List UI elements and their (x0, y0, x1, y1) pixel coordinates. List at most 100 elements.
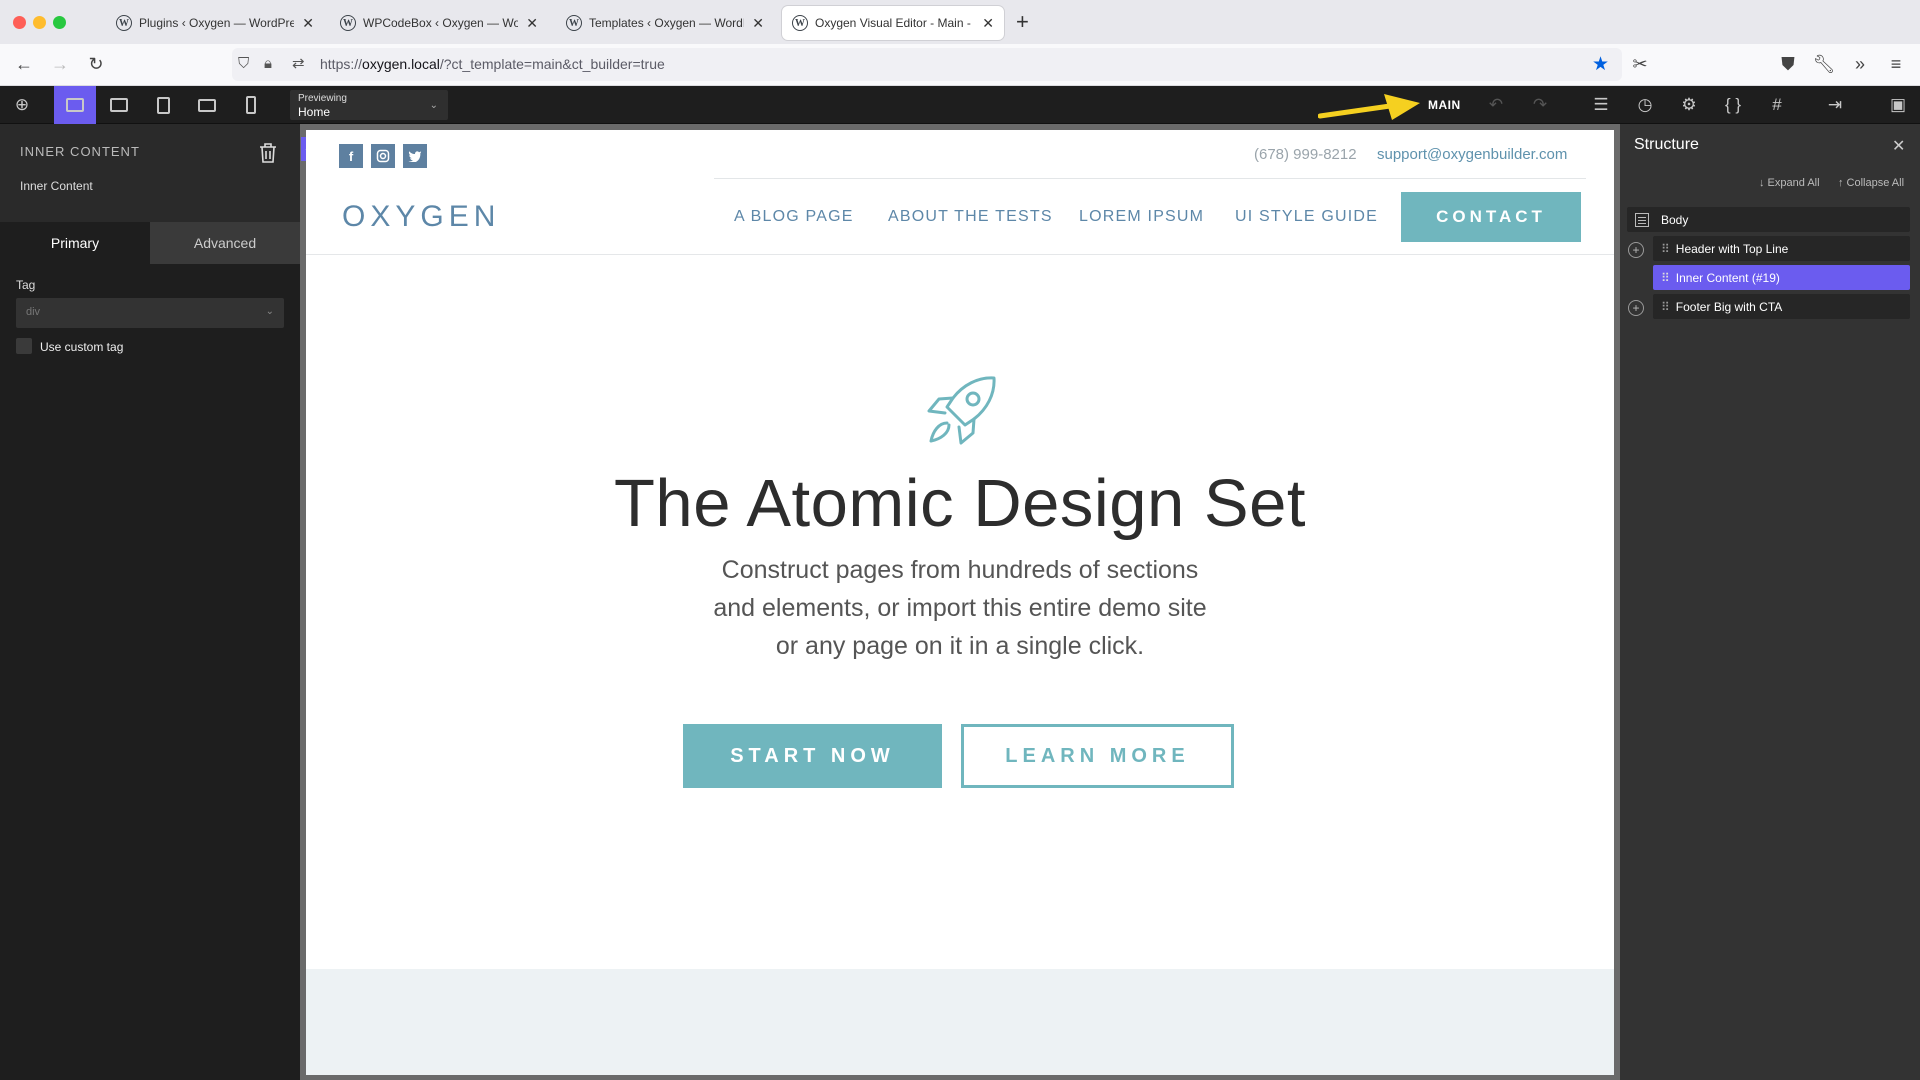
page-canvas: f (678) 999-8212 support@oxygenbuilder.c… (306, 130, 1614, 1075)
next-section (306, 969, 1614, 1075)
undo-icon[interactable]: ↶ (1476, 86, 1516, 124)
browser-tab-wpcodebox[interactable]: W WPCodeBox ‹ Oxygen — WordPress ✕ (330, 6, 548, 40)
save-icon[interactable]: ▣ (1878, 86, 1918, 124)
add-child-icon[interactable]: + (1628, 242, 1644, 258)
reload-icon[interactable]: ↻ (84, 53, 108, 75)
tab-title: Oxygen Visual Editor - Main - Oxygen (815, 16, 974, 30)
grid-icon[interactable]: # (1757, 86, 1797, 124)
hero-line: Construct pages from hundreds of section… (721, 556, 1199, 584)
overflow-icon[interactable]: » (1848, 53, 1872, 75)
annotation-arrow (1318, 94, 1420, 120)
twitter-icon[interactable] (403, 144, 427, 168)
add-child-icon[interactable]: + (1628, 300, 1644, 316)
new-tab-button[interactable]: + (1016, 10, 1029, 34)
nav-item-blog[interactable]: A BLOG PAGE (734, 208, 854, 226)
close-tab-icon[interactable]: ✕ (302, 15, 314, 32)
settings-icon[interactable]: ⚙ (1669, 86, 1709, 124)
structure-title: Structure (1634, 136, 1699, 153)
tab-primary[interactable]: Primary (0, 222, 150, 264)
minimize-window-button[interactable] (33, 16, 46, 29)
previewing-select[interactable]: Previewing Home ⌄ (290, 90, 448, 120)
shield-icon[interactable]: ⛉ (238, 55, 249, 73)
menu-icon[interactable]: ≡ (1884, 53, 1908, 75)
nav-item-about-tests[interactable]: ABOUT THE TESTS (888, 208, 1053, 226)
facebook-icon[interactable]: f (339, 144, 363, 168)
browser-tab-templates[interactable]: W Templates ‹ Oxygen — WordPress ✕ (556, 6, 774, 40)
tools-icon[interactable]: 🔧︎ (1812, 53, 1836, 75)
start-now-button[interactable]: START NOW (683, 724, 942, 788)
wordpress-icon: W (566, 15, 582, 31)
screenshot-icon[interactable]: ✂ (1628, 53, 1652, 75)
redo-icon[interactable]: ↷ (1520, 86, 1560, 124)
permissions-icon[interactable]: ⇄ (292, 55, 305, 73)
code-icon[interactable]: { } (1713, 86, 1753, 124)
forward-icon[interactable]: → (48, 53, 72, 75)
structure-item-body[interactable]: Body (1627, 207, 1910, 232)
history-icon[interactable]: ◷ (1625, 86, 1665, 124)
tab-advanced[interactable]: Advanced (150, 222, 300, 264)
structure-item-footer[interactable]: ⠿ Footer Big with CTA (1653, 294, 1910, 319)
site-logo[interactable]: OXYGEN (342, 200, 500, 234)
structure-icon[interactable]: ☰ (1581, 86, 1621, 124)
drag-handle-icon[interactable]: ⠿ (1661, 271, 1670, 285)
trash-icon[interactable] (258, 142, 282, 166)
tag-label: Tag (16, 278, 36, 292)
structure-item-label: Body (1661, 212, 1689, 227)
hero-line: and elements, or import this entire demo… (713, 594, 1207, 622)
learn-more-button[interactable]: LEARN MORE (961, 724, 1234, 788)
lock-icon[interactable]: 🔒︎ (264, 55, 272, 73)
structure-item-header[interactable]: ⠿ Header with Top Line (1653, 236, 1910, 261)
tab-title: Templates ‹ Oxygen — WordPress (589, 16, 744, 30)
structure-item-label: Header with Top Line (1675, 241, 1789, 256)
laptop-icon[interactable] (99, 86, 139, 124)
exit-icon[interactable]: ⇥ (1815, 86, 1855, 124)
template-name[interactable]: MAIN (1428, 98, 1461, 112)
nav-item-lorem-ipsum[interactable]: LOREM IPSUM (1079, 208, 1204, 226)
close-tab-icon[interactable]: ✕ (752, 15, 764, 32)
properties-header: INNER CONTENT Inner Content (0, 124, 300, 220)
bookmark-star-icon[interactable]: ★ (1592, 53, 1609, 76)
tablet-landscape-icon[interactable] (187, 86, 227, 124)
collapse-all-button[interactable]: ↑ Collapse All (1838, 177, 1904, 189)
tag-select[interactable]: div ⌄ (16, 298, 284, 328)
back-icon[interactable]: ← (12, 53, 36, 75)
instagram-icon[interactable] (371, 144, 395, 168)
structure-panel: Structure ✕ ↓ Expand All ↑ Collapse All … (1620, 124, 1920, 1080)
wordpress-icon: W (792, 15, 808, 31)
properties-tabs: Primary Advanced (0, 222, 300, 264)
drag-handle-icon[interactable]: ⠿ (1661, 242, 1670, 256)
contact-button[interactable]: CONTACT (1401, 192, 1581, 242)
close-window-button[interactable] (13, 16, 26, 29)
custom-tag-checkbox[interactable] (16, 338, 32, 354)
element-name: Inner Content (20, 179, 93, 193)
oxygen-toolbar: ⊕ Previewing Home ⌄ ↶ ↷ ☰ ◷ ⚙ { } # ⇥ ▣ (0, 86, 1920, 124)
desktop-icon[interactable] (54, 86, 96, 124)
add-icon[interactable]: ⊕ (2, 86, 42, 124)
nav-item-style-guide[interactable]: UI STYLE GUIDE (1235, 208, 1378, 226)
rocket-icon (927, 376, 996, 445)
phone-icon[interactable] (231, 86, 271, 124)
structure-item-label: Footer Big with CTA (1675, 299, 1783, 314)
close-tab-icon[interactable]: ✕ (982, 15, 994, 32)
wordpress-icon: W (116, 15, 132, 31)
zoom-window-button[interactable] (53, 16, 66, 29)
tablet-icon[interactable] (143, 86, 183, 124)
properties-panel: INNER CONTENT Inner Content Primary Adva… (0, 124, 300, 1080)
hero-line: or any page on it in a single click. (775, 632, 1145, 660)
divider (306, 254, 1614, 255)
pocket-icon[interactable]: ⛊ (1776, 53, 1800, 75)
divider (714, 178, 1586, 179)
body-icon (1635, 212, 1649, 227)
expand-all-button[interactable]: ↓ Expand All (1759, 177, 1820, 189)
header-phone[interactable]: (678) 999-8212 (1254, 146, 1357, 163)
browser-tab-plugins[interactable]: W Plugins ‹ Oxygen — WordPress ✕ (106, 6, 324, 40)
browser-nav-bar: ← → ↻ ⛉ 🔒︎ ⇄ https://oxygen.local/?ct_te… (0, 44, 1920, 86)
browser-tab-oxygen-editor[interactable]: W Oxygen Visual Editor - Main - Oxygen ✕ (782, 6, 1004, 40)
structure-item-inner-content[interactable]: ⠿ Inner Content (#19) (1653, 265, 1910, 290)
drag-handle-icon[interactable]: ⠿ (1661, 300, 1670, 314)
header-email[interactable]: support@oxygenbuilder.com (1377, 146, 1567, 163)
url-bar[interactable]: ⛉ 🔒︎ ⇄ https://oxygen.local/?ct_template… (232, 48, 1622, 81)
close-tab-icon[interactable]: ✕ (526, 15, 538, 32)
close-icon[interactable]: ✕ (1892, 136, 1905, 156)
tab-title: Plugins ‹ Oxygen — WordPress (139, 16, 295, 30)
